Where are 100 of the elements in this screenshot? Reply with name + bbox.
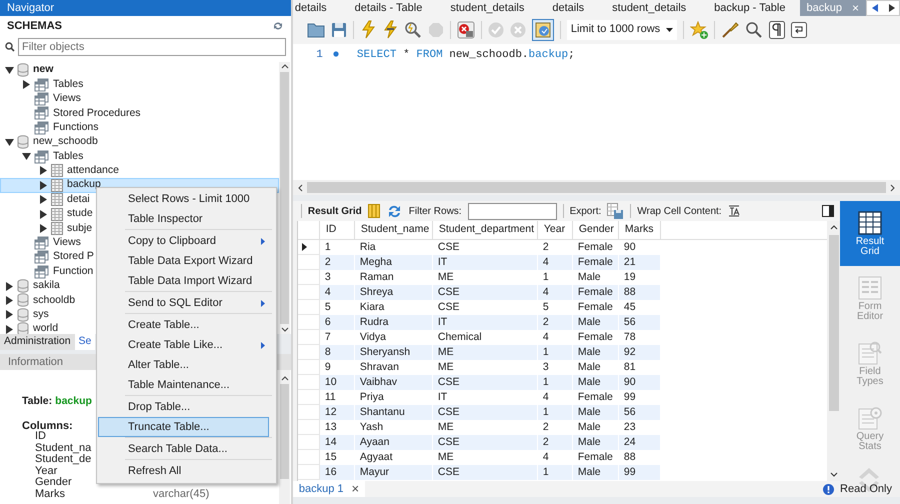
- column-grid-icon[interactable]: [368, 204, 380, 218]
- panel-tab[interactable]: Administration: [0, 334, 75, 350]
- tree-item[interactable]: Views: [53, 235, 81, 251]
- collapsed-arrow-icon[interactable]: [38, 180, 48, 190]
- menu-item[interactable]: Create Table...: [98, 315, 275, 335]
- search-icon[interactable]: [744, 20, 763, 39]
- menu-item[interactable]: Alter Table...: [98, 355, 275, 375]
- column-header[interactable]: Student_name: [354, 221, 433, 240]
- editor-tab[interactable]: details - Table: [340, 0, 436, 16]
- tree-item[interactable]: stude: [67, 206, 93, 222]
- panel-tab[interactable]: Se: [74, 334, 96, 350]
- tree-item[interactable]: new: [33, 62, 54, 78]
- scrollbar-thumb[interactable]: [828, 235, 838, 412]
- wrap-text-icon[interactable]: [728, 205, 740, 218]
- tree-item[interactable]: subje: [67, 220, 92, 236]
- wrap-icon[interactable]: [790, 22, 807, 38]
- menu-item[interactable]: Drop Table...: [98, 397, 275, 417]
- folder-icon[interactable]: [306, 21, 325, 38]
- tree-item[interactable]: Tables: [53, 148, 84, 164]
- scroll-right-icon[interactable]: [889, 184, 897, 192]
- tree-item[interactable]: attendance: [67, 163, 119, 179]
- scroll-down-icon[interactable]: [830, 471, 838, 480]
- toggle-button[interactable]: [532, 18, 554, 41]
- collapsed-arrow-icon[interactable]: [4, 324, 14, 334]
- menu-item[interactable]: Table Maintenance...: [98, 375, 275, 395]
- collapsed-arrow-icon[interactable]: [4, 282, 14, 291]
- collapsed-arrow-icon[interactable]: [38, 224, 48, 233]
- scroll-left-icon[interactable]: [296, 184, 304, 192]
- scrollbar[interactable]: [279, 62, 290, 334]
- column-header[interactable]: Year: [538, 221, 573, 240]
- expanded-arrow-icon[interactable]: [22, 152, 30, 162]
- menu-item[interactable]: Copy to Clipboard: [98, 231, 275, 251]
- filter-field[interactable]: Filter objects: [18, 38, 286, 56]
- editor-tab[interactable]: student_details: [436, 0, 538, 16]
- scroll-up-icon[interactable]: [830, 223, 838, 232]
- magnifier-icon[interactable]: [404, 20, 422, 39]
- panel-toggle-icon[interactable]: [822, 205, 834, 218]
- tree-item[interactable]: sys: [33, 306, 49, 323]
- tree-item[interactable]: backup: [67, 177, 101, 194]
- editor-tab[interactable]: student_details: [598, 0, 700, 16]
- result-tab[interactable]: backup 1 ×: [292, 481, 366, 498]
- column-header[interactable]: Gender: [572, 221, 619, 240]
- scrollbar-thumb[interactable]: [280, 72, 289, 324]
- limit-dropdown[interactable]: Limit to 1000 rows: [566, 20, 677, 40]
- menu-item[interactable]: Table Data Import Wizard: [98, 271, 275, 291]
- scroll-up-icon[interactable]: [280, 62, 288, 70]
- menu-item[interactable]: Refresh All: [98, 461, 275, 481]
- menu-item[interactable]: Table Inspector: [98, 209, 275, 229]
- collapsed-arrow-icon[interactable]: [38, 195, 48, 204]
- close-icon[interactable]: ×: [352, 479, 360, 499]
- tree-item[interactable]: Views: [53, 91, 81, 107]
- menu-item[interactable]: Truncate Table...: [98, 417, 269, 437]
- scrollbar-thumb[interactable]: [280, 384, 289, 479]
- lightning-icon[interactable]: [360, 20, 376, 40]
- expanded-arrow-icon[interactable]: [4, 66, 14, 75]
- scroll-down-icon[interactable]: [280, 326, 288, 334]
- tree-item[interactable]: Functions: [53, 120, 99, 136]
- scrollbar[interactable]: [279, 370, 290, 504]
- add-star-icon[interactable]: [690, 20, 708, 39]
- column-header[interactable]: Student_department: [432, 221, 538, 240]
- broom-icon[interactable]: [720, 20, 739, 39]
- scroll-up-icon[interactable]: [280, 374, 288, 382]
- filter-rows-field[interactable]: [468, 202, 557, 220]
- table-icon: [51, 178, 63, 192]
- tree-item[interactable]: Function: [53, 264, 94, 280]
- lightning-cursor-icon[interactable]: [382, 20, 398, 40]
- refresh-icon[interactable]: [272, 21, 284, 31]
- tree-item[interactable]: Tables: [53, 76, 84, 92]
- export-icon[interactable]: [607, 202, 624, 220]
- collapsed-arrow-icon[interactable]: [4, 296, 14, 305]
- stop-on-error-icon[interactable]: [456, 20, 475, 39]
- collapsed-arrow-icon[interactable]: [4, 310, 14, 320]
- column-header[interactable]: ID: [320, 221, 355, 240]
- editor-tab[interactable]: backup - Table: [700, 0, 800, 16]
- tree-item[interactable]: schooldb: [33, 292, 76, 308]
- editor-tab[interactable]: details: [538, 0, 598, 16]
- menu-item[interactable]: Create Table Like...: [98, 335, 275, 355]
- collapsed-arrow-icon[interactable]: [38, 166, 48, 176]
- sql-statement[interactable]: SELECT * FROM new_schoodb.backup;: [356, 46, 575, 180]
- table-cell: 1: [538, 375, 573, 390]
- tree-item[interactable]: new_schoodb: [33, 134, 98, 150]
- column-header[interactable]: Marks: [618, 221, 661, 240]
- tree-item[interactable]: detai: [67, 192, 90, 208]
- save-icon[interactable]: [330, 22, 347, 38]
- collapsed-arrow-icon[interactable]: [22, 80, 30, 90]
- menu-item[interactable]: Send to SQL Editor: [98, 293, 275, 313]
- tree-item[interactable]: Stored Procedures: [53, 106, 141, 122]
- expanded-arrow-icon[interactable]: [4, 138, 14, 147]
- menu-item[interactable]: Search Table Data...: [98, 439, 275, 459]
- scrollbar-thumb[interactable]: [306, 182, 886, 194]
- editor-tab[interactable]: details: [292, 0, 341, 16]
- menu-item[interactable]: Table Data Export Wizard: [98, 251, 275, 271]
- tree-item[interactable]: Stored P: [53, 249, 94, 266]
- tree-item[interactable]: sakila: [33, 278, 60, 294]
- collapsed-arrow-icon[interactable]: [38, 210, 48, 219]
- paragraph-icon[interactable]: [768, 20, 785, 39]
- side-panel-button[interactable]: Result Grid: [840, 201, 900, 266]
- tree-item[interactable]: world: [33, 321, 58, 334]
- horizontal-scrollbar[interactable]: [292, 180, 900, 196]
- tab-scroll-buttons[interactable]: [866, 0, 900, 16]
